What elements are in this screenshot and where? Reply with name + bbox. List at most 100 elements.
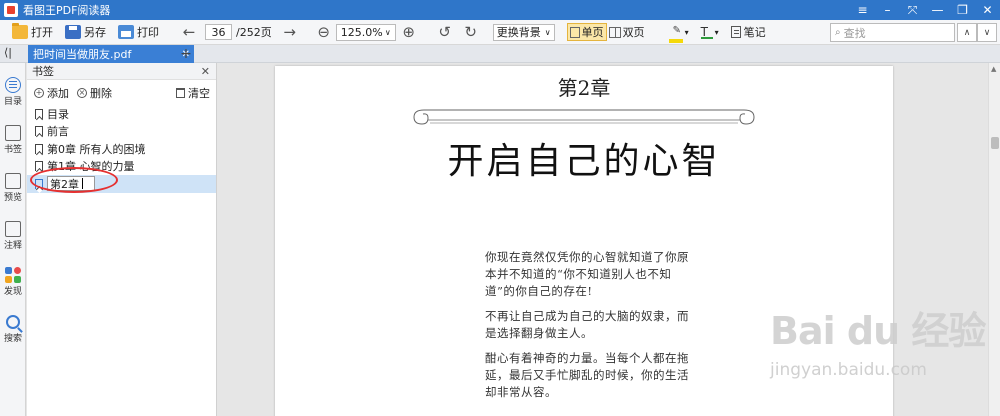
text-color-icon: T	[700, 25, 713, 39]
annotation-icon	[5, 221, 21, 237]
pdf-page: 第2章 开启自己的心智 你现在竟然仅凭你的心智就知道了你原本并不知道的“你不知道…	[275, 66, 893, 416]
highlight-annotation-oval	[30, 167, 118, 193]
search-icon: ⌕	[835, 27, 841, 38]
sidebar-item-preview[interactable]: 预览	[0, 173, 26, 203]
close-panel-icon[interactable]: ✕	[201, 65, 210, 78]
arrow-left-icon: ←	[182, 23, 196, 41]
toc-icon	[5, 77, 21, 93]
vertical-scrollbar[interactable]: ▲	[988, 63, 1000, 416]
zoom-in-button[interactable]: ⊕	[399, 20, 419, 45]
background-dropdown[interactable]: 更换背景 ∨	[492, 23, 555, 41]
bookmark-item[interactable]: 第0章 所有人的困境	[27, 140, 216, 158]
total-pages: /252页	[236, 26, 272, 39]
bookmark-item[interactable]: 目录	[27, 105, 216, 123]
chevron-down-icon: ∨	[544, 27, 551, 37]
rotate-left-button[interactable]: ↺	[435, 20, 455, 45]
text-color-button[interactable]: T ▾	[700, 20, 719, 45]
double-page-label: 双页	[622, 26, 645, 39]
close-button[interactable]: ✕	[975, 0, 1000, 20]
scrollbar-thumb[interactable]	[991, 137, 999, 149]
delete-bookmark-button[interactable]: × 删除	[77, 85, 112, 101]
sidebar-item-label: 预览	[3, 193, 22, 203]
search-next-button[interactable]: ∨	[977, 23, 997, 42]
chevron-down-icon: ∨	[384, 27, 391, 37]
collapse-panel-icon[interactable]: ⟨|	[4, 46, 12, 59]
double-page-button[interactable]: 双页	[607, 23, 647, 41]
open-button[interactable]: 打开	[12, 20, 53, 45]
save-as-label: 另存	[84, 26, 106, 39]
single-page-button[interactable]: 单页	[566, 23, 607, 41]
trash-icon	[176, 87, 185, 98]
chevron-up-icon: ∧	[963, 27, 971, 38]
bookmark-label: 目录	[47, 107, 69, 121]
open-label: 打开	[31, 26, 53, 39]
next-page-button[interactable]: →	[280, 20, 300, 45]
add-label: 添加	[47, 86, 69, 100]
chapter-title: 开启自己的心智	[447, 141, 721, 182]
rotate-right-icon: ↻	[464, 23, 477, 41]
print-button[interactable]: 打印	[118, 20, 159, 45]
preview-icon	[5, 173, 21, 189]
sidebar-item-label: 书签	[3, 145, 22, 155]
sidebar-item-bookmarks[interactable]: 书签	[0, 125, 26, 155]
add-bookmark-button[interactable]: + 添加	[34, 85, 69, 101]
search-input[interactable]: ⌕ 查找	[830, 23, 955, 42]
note-icon	[730, 26, 741, 38]
single-page-icon	[569, 26, 580, 38]
chevron-down-icon: ▾	[684, 27, 689, 37]
paragraph: 酣心有着神奇的力量。当每个人都在拖延，最后又手忙脚乱的时候，你的生活却非常从容。	[485, 351, 689, 399]
double-page-icon	[608, 26, 621, 38]
clear-bookmarks-button[interactable]: 清空	[176, 85, 210, 101]
menu-icon[interactable]: ≡	[850, 0, 875, 20]
clear-label: 清空	[188, 86, 210, 100]
ornament-divider-icon	[413, 109, 755, 125]
notes-label: 笔记	[743, 26, 766, 39]
discover-icon	[5, 267, 21, 283]
chevron-down-icon: ▾	[714, 27, 719, 37]
search-prev-button[interactable]: ∧	[957, 23, 977, 42]
bookmark-icon	[35, 161, 43, 172]
prev-page-button[interactable]: ←	[179, 20, 199, 45]
bookmark-label: 第0章 所有人的困境	[47, 142, 146, 156]
zoom-in-icon: ⊕	[402, 23, 415, 41]
plus-circle-icon: +	[34, 87, 44, 98]
sidebar-item-annotations[interactable]: 注释	[0, 221, 26, 251]
background-label: 更换背景	[496, 26, 541, 39]
minimize-button[interactable]: —	[925, 0, 950, 20]
paragraph: 你现在竟然仅凭你的心智就知道了你原本并不知道的“你不知道别人也不知道”的你自己的…	[485, 250, 689, 298]
print-label: 打印	[137, 26, 159, 39]
bookmark-icon	[35, 108, 43, 119]
sidebar-item-toc[interactable]: 目录	[0, 77, 26, 107]
notes-button[interactable]: 笔记	[730, 20, 766, 45]
sidebar-item-search[interactable]: 搜索	[0, 315, 26, 344]
bookmark-panel-header: 书签 ✕	[27, 63, 216, 80]
bookmark-label: 前言	[47, 125, 69, 139]
page-number-input[interactable]: 36	[205, 24, 232, 40]
minimize-to-tray-icon[interactable]: –	[875, 0, 900, 20]
printer-icon	[118, 25, 134, 39]
bookmark-icon	[35, 126, 43, 137]
zoom-select[interactable]: 125.0% ∨	[335, 23, 396, 41]
document-viewer[interactable]: 第2章 开启自己的心智 你现在竟然仅凭你的心智就知道了你原本并不知道的“你不知道…	[218, 63, 988, 416]
sidebar-item-discover[interactable]: 发现	[0, 267, 26, 297]
bookmark-icon	[35, 143, 43, 154]
scroll-up-icon[interactable]: ▲	[991, 65, 996, 73]
document-tab[interactable]: 把时间当做朋友.pdf ✕	[28, 45, 194, 63]
bookmark-panel-title: 书签	[32, 65, 54, 78]
new-tab-button[interactable]: +	[178, 45, 194, 63]
sidebar-item-label: 目录	[3, 97, 22, 107]
fullscreen-icon[interactable]: ⤧	[900, 0, 925, 20]
left-icon-bar: 目录 书签 预览 注释 发现 搜索	[0, 63, 26, 416]
search-placeholder: 查找	[843, 26, 866, 40]
document-tab-bar: ⟨| 把时间当做朋友.pdf ✕ +	[0, 45, 1000, 63]
zoom-out-button[interactable]: ⊖	[314, 20, 334, 45]
rotate-right-button[interactable]: ↻	[461, 20, 481, 45]
document-tab-label: 把时间当做朋友.pdf	[33, 48, 132, 61]
sidebar-item-label: 搜索	[3, 334, 22, 344]
save-as-button[interactable]: 另存	[65, 20, 106, 45]
maximize-button[interactable]: ❐	[950, 0, 975, 20]
save-icon	[65, 25, 81, 39]
highlight-button[interactable]: ✎ ▾	[668, 20, 689, 45]
bookmark-item[interactable]: 前言	[27, 123, 216, 141]
window-controls: ≡ – ⤧ — ❐ ✕	[850, 0, 1000, 20]
